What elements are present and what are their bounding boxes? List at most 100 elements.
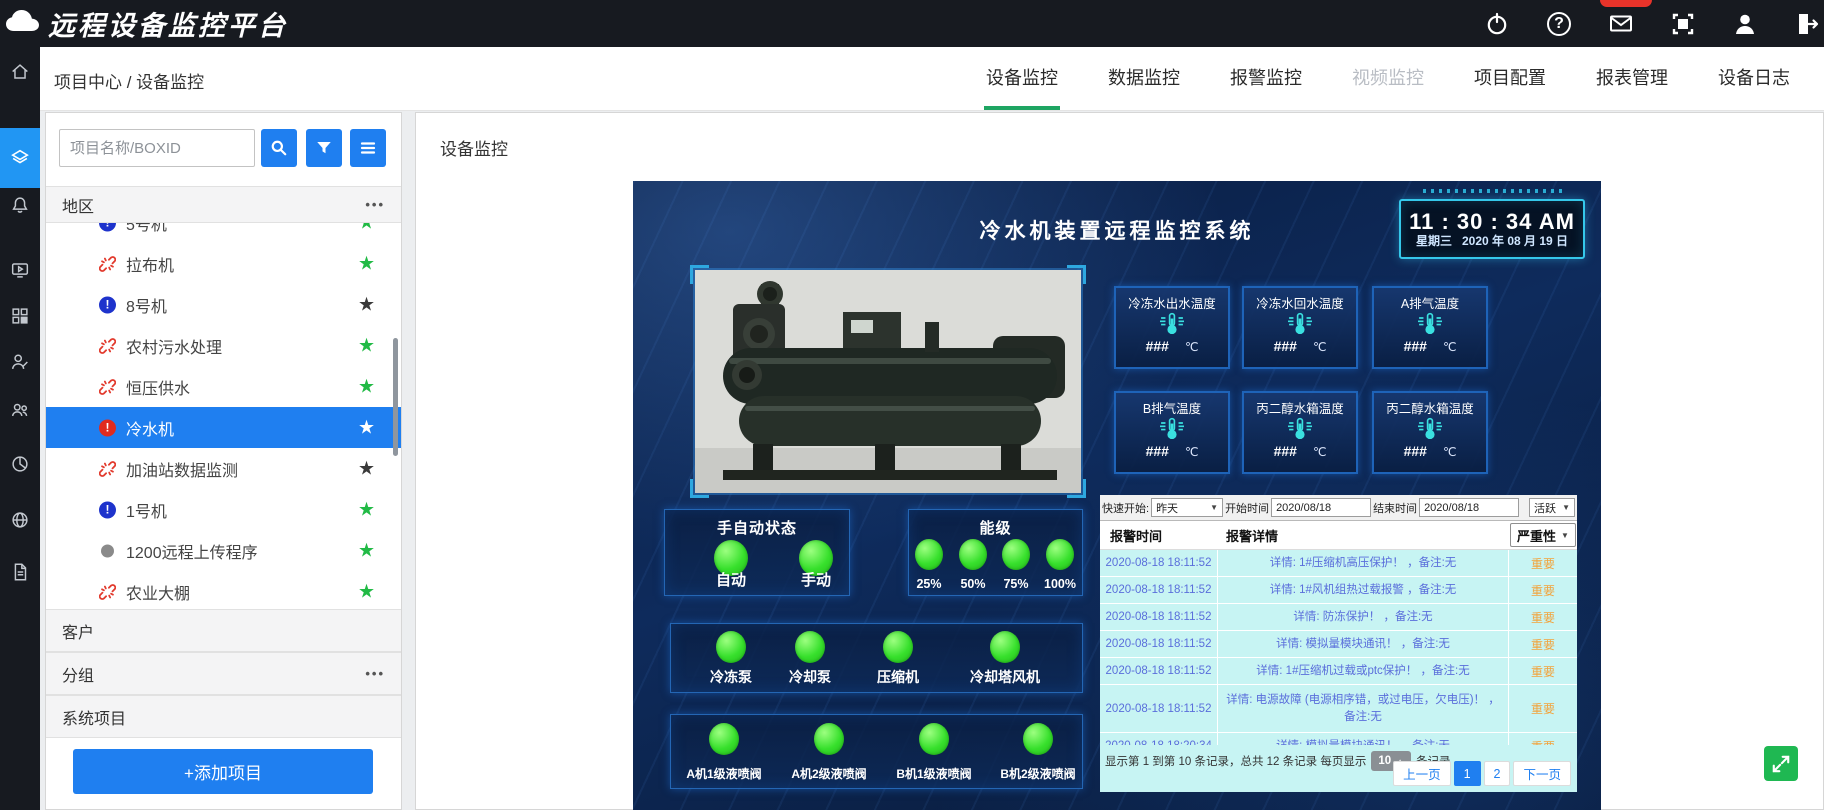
page-2-button[interactable]: 2 xyxy=(1484,761,1511,786)
alarm-time: 2020-08-18 18:11:52 xyxy=(1100,685,1218,732)
severity-badge: 重要 xyxy=(1509,550,1577,576)
favorite-star-icon[interactable]: ★ xyxy=(358,457,375,480)
tab-data-monitor[interactable]: 数据监控 xyxy=(1106,47,1182,110)
favorite-star-icon[interactable]: ★ xyxy=(358,416,375,439)
tree-item[interactable]: ! 1号机 ★ xyxy=(46,489,401,530)
tree-item[interactable]: 1200远程上传程序 ★ xyxy=(46,530,401,571)
tab-video-monitor[interactable]: 视频监控 xyxy=(1350,47,1426,110)
col-detail-header: 报警详情 xyxy=(1218,526,1509,545)
alarm-detail: 详情: 1#压缩机过载或ptc保护！ ，备注:无 xyxy=(1218,658,1509,684)
video-monitor-icon[interactable] xyxy=(0,250,40,290)
tree-item-label: 1号机 xyxy=(126,498,167,522)
tab-project-config[interactable]: 项目配置 xyxy=(1472,47,1548,110)
tree-item[interactable]: 农业大棚 ★ xyxy=(46,571,401,609)
tab-report-manage[interactable]: 报表管理 xyxy=(1594,47,1670,110)
alarm-table: 快速开始: 昨天 开始时间 结束时间 活跃 报警时间 报警详情 严重性 2020… xyxy=(1100,495,1577,792)
left-icon-rail xyxy=(0,47,40,810)
help-icon[interactable] xyxy=(1546,11,1572,37)
thermometer-icon xyxy=(1285,417,1315,441)
tree-item[interactable]: ! 5号机 ★ xyxy=(46,223,401,243)
favorite-star-icon[interactable]: ★ xyxy=(358,252,375,275)
tree-item[interactable]: 加油站数据监测 ★ xyxy=(46,448,401,489)
search-button[interactable] xyxy=(261,129,297,167)
favorite-star-icon[interactable]: ★ xyxy=(358,498,375,521)
end-time-input[interactable] xyxy=(1419,498,1519,517)
tree-item-label: 加油站数据监测 xyxy=(126,457,238,481)
apps-grid-icon[interactable] xyxy=(0,296,40,336)
group-more-icon[interactable]: ••• xyxy=(365,666,385,681)
tree-item[interactable]: 农村污水处理 ★ xyxy=(46,325,401,366)
section-region[interactable]: 地区 ••• xyxy=(46,186,401,223)
top-bar-actions xyxy=(1484,0,1820,47)
section-customer[interactable]: 客户 xyxy=(46,609,401,652)
home-icon[interactable] xyxy=(0,52,40,92)
region-more-icon[interactable]: ••• xyxy=(365,197,385,212)
logout-icon[interactable] xyxy=(1794,11,1820,37)
tree-item-label: 农村污水处理 xyxy=(126,334,222,358)
favorite-star-icon[interactable]: ★ xyxy=(358,539,375,562)
power-icon[interactable] xyxy=(1484,11,1510,37)
projects-layers-icon[interactable] xyxy=(0,128,40,188)
tree-scrollbar[interactable] xyxy=(393,338,398,456)
fullscreen-icon[interactable] xyxy=(1670,11,1696,37)
tree-item[interactable]: 拉布机 ★ xyxy=(46,243,401,284)
start-time-input[interactable] xyxy=(1271,498,1371,517)
status-led xyxy=(915,539,943,570)
temp-value: ### xyxy=(1404,338,1427,354)
page-1-button[interactable]: 1 xyxy=(1454,761,1481,786)
tab-device-monitor[interactable]: 设备监控 xyxy=(984,47,1060,110)
quick-start-select[interactable]: 昨天 xyxy=(1151,498,1223,517)
link-broken-icon xyxy=(99,378,116,395)
tree-item[interactable]: 恒压供水 ★ xyxy=(46,366,401,407)
valve-label: A机2级液喷阀 xyxy=(779,765,879,782)
alert-blue-icon: ! xyxy=(99,223,116,231)
mail-icon[interactable] xyxy=(1608,11,1634,37)
temp-tile-label: B排气温度 xyxy=(1143,398,1201,417)
frame-corner-icon xyxy=(1067,479,1086,498)
search-input[interactable] xyxy=(59,129,255,167)
frame-corner-icon xyxy=(1067,265,1086,284)
filter-button[interactable] xyxy=(306,129,342,167)
user-edit-icon[interactable] xyxy=(0,342,40,382)
severity-badge: 重要 xyxy=(1509,733,1577,745)
users-icon[interactable] xyxy=(0,390,40,430)
alert-blue-icon: ! xyxy=(99,296,116,313)
expand-arrows-icon xyxy=(1771,754,1791,774)
favorite-star-icon[interactable]: ★ xyxy=(358,375,375,398)
favorite-star-icon[interactable]: ★ xyxy=(358,580,375,603)
breadcrumb: 项目中心 / 设备监控 xyxy=(54,68,204,93)
prev-page-button[interactable]: 上一页 xyxy=(1393,761,1451,786)
status-led xyxy=(883,631,913,663)
section-group[interactable]: 分组 ••• xyxy=(46,652,401,695)
next-page-button[interactable]: 下一页 xyxy=(1513,761,1571,786)
bell-icon[interactable] xyxy=(0,185,40,225)
user-icon[interactable] xyxy=(1732,11,1758,37)
severity-badge: 重要 xyxy=(1509,577,1577,603)
link-broken-icon xyxy=(99,337,116,354)
temp-tile: A排气温度 ###℃ xyxy=(1372,286,1488,369)
add-project-button[interactable]: +添加项目 xyxy=(73,749,373,794)
document-icon[interactable] xyxy=(0,552,40,592)
pagination-summary: 显示第 1 到第 10 条记录，总共 12 条记录 每页显示 xyxy=(1105,753,1366,769)
status-select[interactable]: 活跃 xyxy=(1529,498,1575,517)
tab-alarm-monitor[interactable]: 报警监控 xyxy=(1228,47,1304,110)
favorite-star-icon[interactable]: ★ xyxy=(358,293,375,316)
menu-button[interactable] xyxy=(350,129,386,167)
tree-item[interactable]: ! 8号机 ★ xyxy=(46,284,401,325)
favorite-star-icon[interactable]: ★ xyxy=(358,334,375,357)
severity-badge: 重要 xyxy=(1509,658,1577,684)
severity-filter-dropdown[interactable]: 严重性 xyxy=(1510,523,1576,547)
alarm-detail: 详情: 1#压缩机高压保护！ ，备注:无 xyxy=(1218,550,1509,576)
section-system[interactable]: 系统项目 xyxy=(46,695,401,738)
tab-device-log[interactable]: 设备日志 xyxy=(1716,47,1792,110)
fullscreen-expand-button[interactable] xyxy=(1764,746,1798,781)
quick-start-label: 快速开始: xyxy=(1102,500,1149,516)
valves-panel: A机1级液喷阀 A机2级液喷阀 B机1级液喷阀 B机2级液喷阀 xyxy=(670,714,1083,789)
alarm-detail: 详情: 防冻保护！ ，备注:无 xyxy=(1218,604,1509,630)
temp-value: ### xyxy=(1274,443,1297,459)
favorite-star-icon[interactable]: ★ xyxy=(358,223,375,234)
pie-chart-icon[interactable] xyxy=(0,444,40,484)
panel-title: 手自动状态 xyxy=(665,517,849,538)
globe-icon[interactable] xyxy=(0,500,40,540)
tree-item-selected[interactable]: ! 冷水机 ★ xyxy=(46,407,401,448)
